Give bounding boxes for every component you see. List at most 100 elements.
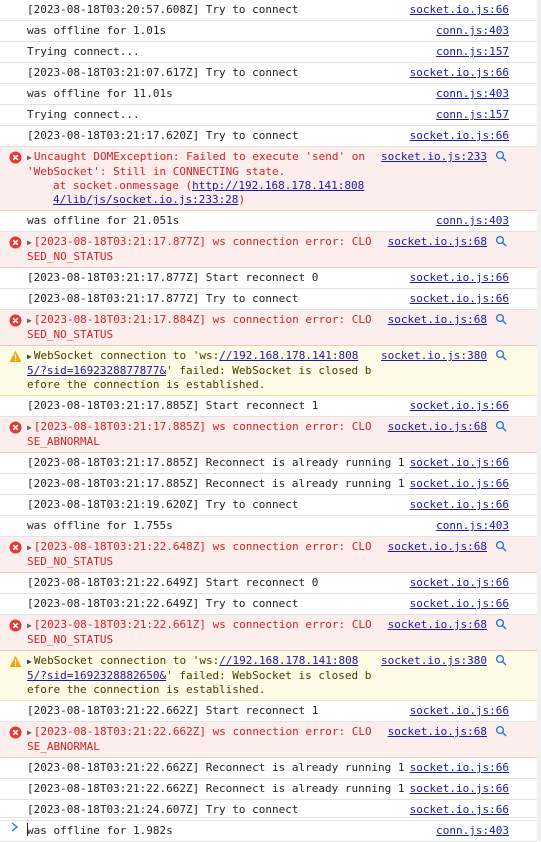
error-circle-icon: [9, 541, 22, 554]
message-text: [2023-08-18T03:21:17.885Z] Reconnect is …: [27, 477, 405, 490]
message-text: [2023-08-18T03:21:22.649Z] Start reconne…: [27, 576, 319, 589]
console-info-message: was offline for 11.01s conn.js:403: [0, 84, 537, 105]
message-text: [2023-08-18T03:21:17.885Z] Reconnect is …: [27, 456, 405, 469]
stack-text: at socket.onmessage (: [53, 179, 193, 192]
console-info-message: [2023-08-18T03:21:07.617Z] Try to connec…: [0, 63, 537, 84]
message-text: [2023-08-18T03:21:17.877Z] ws connection…: [27, 235, 372, 263]
console-prompt[interactable]: [0, 817, 537, 839]
message-text: was offline for 11.01s: [27, 87, 173, 100]
console-info-message: [2023-08-18T03:21:17.877Z] Try to connec…: [0, 289, 537, 310]
console-info-message: was offline for 1.01s conn.js:403: [0, 21, 537, 42]
message-text: [2023-08-18T03:21:22.662Z] ws connection…: [27, 725, 372, 753]
expand-triangle-icon[interactable]: ▶: [27, 543, 32, 552]
search-icon[interactable]: [495, 725, 507, 737]
expand-triangle-icon[interactable]: ▶: [27, 316, 32, 325]
prompt-chevron-icon: [11, 822, 19, 832]
source-link[interactable]: socket.io.js:66: [410, 129, 509, 143]
message-text: WebSocket connection to 'ws:: [33, 349, 220, 362]
source-link[interactable]: socket.io.js:66: [410, 66, 509, 80]
message-text: WebSocket connection to 'ws:: [33, 654, 220, 667]
search-icon[interactable]: [495, 150, 507, 162]
source-link[interactable]: socket.io.js:233: [381, 150, 487, 164]
search-icon[interactable]: [495, 235, 507, 247]
error-circle-icon: [9, 421, 22, 434]
search-icon[interactable]: [495, 313, 507, 325]
expand-triangle-icon[interactable]: ▶: [27, 657, 32, 666]
console-info-message: [2023-08-18T03:21:17.885Z] Reconnect is …: [0, 474, 537, 495]
error-circle-icon: [9, 619, 22, 632]
stack-text: ): [238, 193, 246, 206]
source-link[interactable]: socket.io.js:66: [410, 803, 509, 817]
source-link[interactable]: socket.io.js:66: [410, 292, 509, 306]
source-link[interactable]: socket.io.js:380: [381, 654, 487, 668]
console-info-message: [2023-08-18T03:21:22.662Z] Start reconne…: [0, 701, 537, 722]
message-text: [2023-08-18T03:21:17.885Z] Start reconne…: [27, 399, 319, 412]
console-info-message: [2023-08-18T03:21:17.877Z] Start reconne…: [0, 268, 537, 289]
expand-triangle-icon[interactable]: ▶: [27, 352, 32, 361]
source-link[interactable]: socket.io.js:68: [388, 618, 487, 632]
console-info-message: was offline for 1.755s conn.js:403: [0, 516, 537, 537]
warning-triangle-icon: [9, 350, 22, 362]
console-info-message: [2023-08-18T03:21:19.620Z] Try to connec…: [0, 495, 537, 516]
source-link[interactable]: socket.io.js:68: [388, 540, 487, 554]
source-link[interactable]: socket.io.js:66: [410, 498, 509, 512]
source-link[interactable]: conn.js:403: [436, 519, 509, 533]
console-info-message: [2023-08-18T03:21:17.885Z] Start reconne…: [0, 396, 537, 417]
message-text: was offline for 1.01s: [27, 24, 167, 37]
source-link[interactable]: socket.io.js:66: [410, 576, 509, 590]
source-link[interactable]: socket.io.js:66: [410, 704, 509, 718]
search-icon[interactable]: [495, 618, 507, 630]
source-link[interactable]: conn.js:157: [436, 108, 509, 122]
source-link[interactable]: socket.io.js:66: [410, 271, 509, 285]
expand-triangle-icon[interactable]: ▶: [27, 621, 32, 630]
console-warning-message: ▶ WebSocket connection to 'ws://192.168.1…: [0, 651, 537, 701]
source-link[interactable]: socket.io.js:66: [410, 456, 509, 470]
source-link[interactable]: socket.io.js:68: [388, 313, 487, 327]
source-link[interactable]: conn.js:403: [436, 24, 509, 38]
console-info-message: [2023-08-18T03:21:22.662Z] Reconnect is …: [0, 758, 537, 779]
console-error-message: ▶ Uncaught DOMException: Failed to execut…: [0, 147, 537, 211]
console-info-message: [2023-08-18T03:21:22.662Z] Reconnect is …: [0, 779, 537, 800]
source-link[interactable]: conn.js:403: [436, 214, 509, 228]
expand-triangle-icon[interactable]: ▶: [27, 728, 32, 737]
source-link[interactable]: socket.io.js:380: [381, 349, 487, 363]
source-link[interactable]: socket.io.js:68: [388, 420, 487, 434]
message-text: [2023-08-18T03:20:57.608Z] Try to connec…: [27, 3, 299, 16]
search-icon[interactable]: [495, 540, 507, 552]
search-icon[interactable]: [495, 654, 507, 666]
search-icon[interactable]: [495, 420, 507, 432]
console-error-message: ▶ [2023-08-18T03:21:22.662Z] ws connectio…: [0, 722, 537, 758]
expand-triangle-icon[interactable]: ▶: [27, 423, 32, 432]
console-error-message: ▶ [2023-08-18T03:21:17.885Z] ws connectio…: [0, 417, 537, 453]
console-messages: [2023-08-18T03:20:57.608Z] Try to connec…: [0, 0, 537, 842]
source-link[interactable]: socket.io.js:66: [410, 399, 509, 413]
message-text: [2023-08-18T03:21:17.877Z] Start reconne…: [27, 271, 319, 284]
message-text: Trying connect...: [27, 45, 140, 58]
message-text: [2023-08-18T03:21:17.877Z] Try to connec…: [27, 292, 299, 305]
source-link[interactable]: socket.io.js:66: [410, 597, 509, 611]
error-circle-icon: [9, 726, 22, 739]
console-info-message: was offline for 21.051s conn.js:403: [0, 211, 537, 232]
message-text: [2023-08-18T03:21:22.661Z] ws connection…: [27, 618, 372, 646]
expand-triangle-icon[interactable]: ▶: [27, 238, 32, 247]
source-link[interactable]: socket.io.js:68: [388, 725, 487, 739]
message-text: [2023-08-18T03:21:22.662Z] Reconnect is …: [27, 782, 405, 795]
source-link[interactable]: socket.io.js:66: [410, 782, 509, 796]
expand-triangle-icon[interactable]: ▶: [27, 153, 32, 162]
source-link[interactable]: socket.io.js:66: [410, 3, 509, 17]
source-link[interactable]: socket.io.js:66: [410, 761, 509, 775]
source-link[interactable]: conn.js:403: [436, 87, 509, 101]
search-icon[interactable]: [495, 349, 507, 361]
console-error-message: ▶ [2023-08-18T03:21:17.877Z] ws connectio…: [0, 232, 537, 268]
message-text: [2023-08-18T03:21:17.885Z] ws connection…: [27, 420, 372, 448]
stack-trace: at socket.onmessage (http://192.168.178.…: [27, 179, 377, 207]
scrollbar[interactable]: [537, 0, 541, 841]
warning-triangle-icon: [9, 655, 22, 667]
message-text: [2023-08-18T03:21:24.607Z] Try to connec…: [27, 803, 299, 816]
source-link[interactable]: socket.io.js:66: [410, 477, 509, 491]
error-circle-icon: [9, 151, 22, 164]
source-link[interactable]: socket.io.js:68: [388, 235, 487, 249]
console-info-message: [2023-08-18T03:21:17.885Z] Reconnect is …: [0, 453, 537, 474]
source-link[interactable]: conn.js:157: [436, 45, 509, 59]
console-error-message: ▶ [2023-08-18T03:21:22.648Z] ws connectio…: [0, 537, 537, 573]
